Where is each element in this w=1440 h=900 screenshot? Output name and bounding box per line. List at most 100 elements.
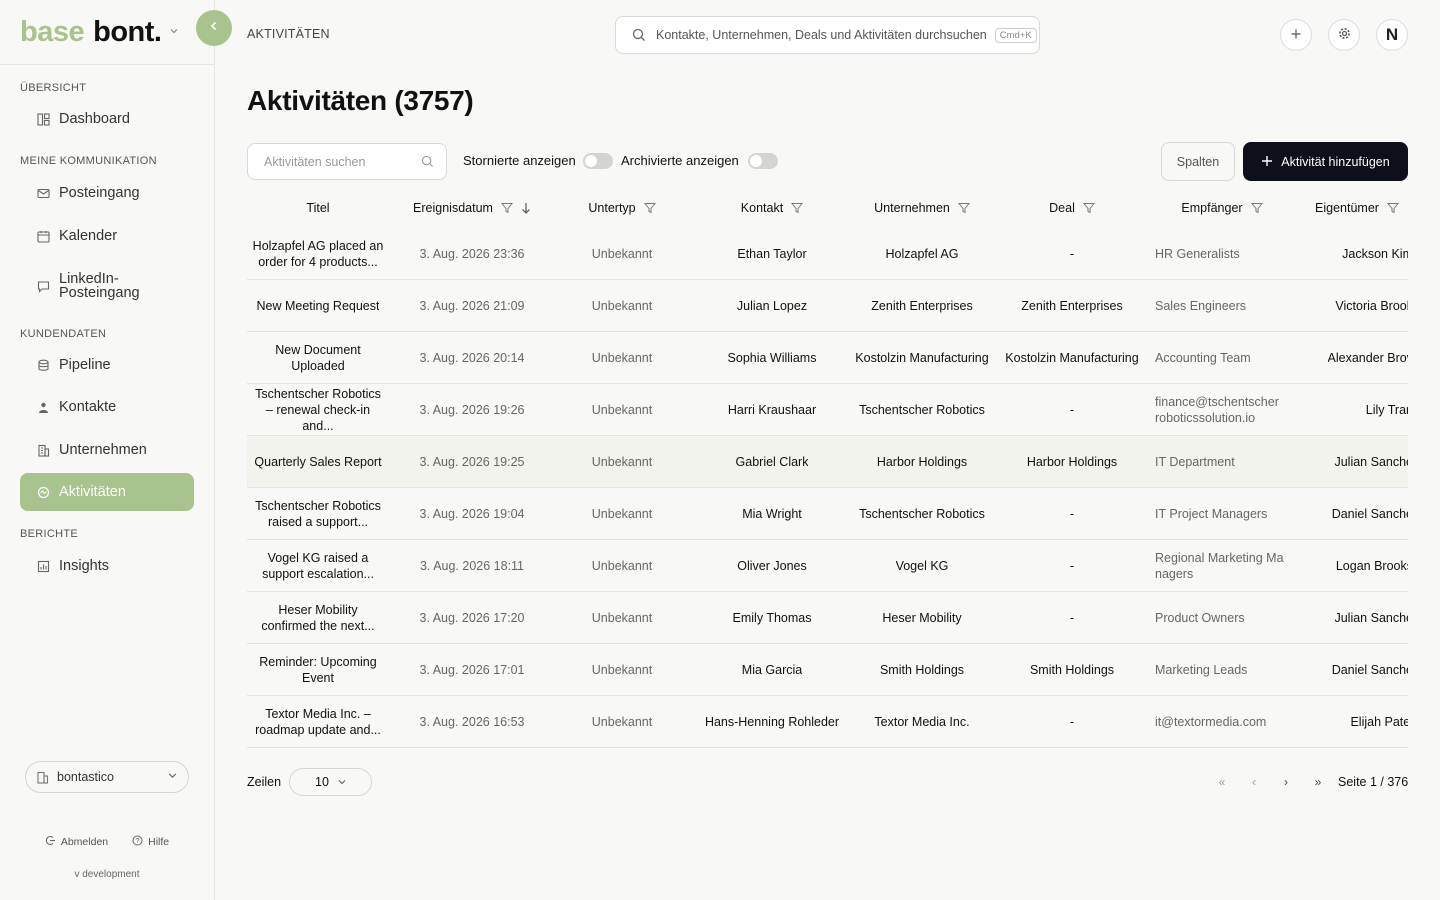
table-row[interactable]: New Meeting Request 3. Aug. 2026 21:09 Unb… xyxy=(247,280,1408,332)
next-page-button[interactable]: › xyxy=(1277,773,1295,791)
search-icon xyxy=(421,155,434,171)
filter-icon[interactable] xyxy=(791,202,804,214)
sidebar-item-label: Unternehmen xyxy=(59,442,147,458)
sidebar-item-linkedin-inbox[interactable]: LinkedIn- Posteingang xyxy=(20,264,194,308)
column-header-contact[interactable]: Kontakt xyxy=(697,188,847,228)
cell-text: IT Project Managers xyxy=(1155,507,1268,521)
chevrons-right-icon: » xyxy=(1314,775,1322,789)
brand-logo[interactable]: base bont. xyxy=(20,12,179,52)
cell-deal: - xyxy=(997,696,1147,748)
toggle-archived-switch[interactable] xyxy=(748,153,778,169)
cell-deal: - xyxy=(997,384,1147,436)
cell-text: Tschentscher Robotics raised a support..… xyxy=(255,499,381,529)
chevron-down-icon[interactable] xyxy=(169,25,179,39)
sidebar-item-pipeline[interactable]: Pipeline xyxy=(20,346,194,384)
svg-text:?: ? xyxy=(136,838,140,845)
cell-subtype: Unbekannt xyxy=(547,488,697,540)
sidebar-item-inbox[interactable]: Posteingang xyxy=(20,174,194,212)
cell-title: Holzapfel AG placed an order for 4 produ… xyxy=(247,228,389,280)
shortcut-badge: Cmd+K xyxy=(994,27,1037,43)
cell-text: Mia Garcia xyxy=(741,663,803,677)
columns-button[interactable]: Spalten xyxy=(1161,142,1235,181)
table-row[interactable]: Tschentscher Robotics – renewal check-in… xyxy=(247,384,1408,436)
rows-per-page-select[interactable]: 10 xyxy=(289,768,372,796)
column-header-event-date[interactable]: Ereignisdatum xyxy=(397,188,547,228)
cell-recipient: Sales Engineers xyxy=(1147,280,1297,332)
table-row[interactable]: Reminder: Upcoming Event 3. Aug. 2026 17:… xyxy=(247,644,1408,696)
cell-deal: - xyxy=(997,488,1147,540)
organization-select[interactable]: bontastico xyxy=(25,761,189,793)
first-page-button[interactable]: « xyxy=(1213,773,1231,791)
section-customer-data: KUNDENDATEN xyxy=(20,328,107,340)
cell-contact: Emily Thomas xyxy=(697,592,847,644)
filter-icon[interactable] xyxy=(1386,202,1399,214)
cell-recipient: Accounting Team xyxy=(1147,332,1297,384)
filter-icon[interactable] xyxy=(643,202,656,214)
cell-owner: Daniel Sanche xyxy=(1297,488,1408,540)
sidebar-divider xyxy=(0,64,214,65)
activity-search-input[interactable]: Aktivitäten suchen xyxy=(247,143,447,180)
table-row[interactable]: Textor Media Inc. – roadmap update and..… xyxy=(247,696,1408,748)
table-row[interactable]: Quarterly Sales Report 3. Aug. 2026 19:25… xyxy=(247,436,1408,488)
sidebar-item-companies[interactable]: Unternehmen xyxy=(20,431,194,469)
sidebar-item-calendar[interactable]: Kalender xyxy=(20,217,194,255)
table-row[interactable]: Holzapfel AG placed an order for 4 produ… xyxy=(247,228,1408,280)
sidebar-item-activities[interactable]: Aktivitäten xyxy=(20,473,194,511)
chat-icon xyxy=(36,279,50,293)
cell-event-date: 3. Aug. 2026 19:04 xyxy=(397,488,547,540)
column-header-title[interactable]: Titel xyxy=(247,188,389,228)
cell-contact: Sophia Williams xyxy=(697,332,847,384)
create-button[interactable] xyxy=(1280,19,1312,51)
help-link[interactable]: ? Hilfe xyxy=(132,835,169,849)
column-header-deal[interactable]: Deal xyxy=(997,188,1147,228)
cell-event-date: 3. Aug. 2026 21:09 xyxy=(397,280,547,332)
cell-company: Holzapfel AG xyxy=(847,228,997,280)
column-header-subtype[interactable]: Untertyp xyxy=(547,188,697,228)
filter-icon[interactable] xyxy=(500,202,513,214)
table-row[interactable]: Tschentscher Robotics raised a support..… xyxy=(247,488,1408,540)
column-header-label: Eigentümer xyxy=(1315,201,1379,215)
sidebar-item-label: Posteingang xyxy=(59,185,140,201)
cell-text: Tschentscher Robotics xyxy=(859,507,985,521)
sidebar: base bont. ÜBERSICHT Dashboard MEINE KOM… xyxy=(0,0,215,900)
cell-deal: - xyxy=(997,228,1147,280)
cell-text: Emily Thomas xyxy=(732,611,812,625)
sort-down-icon[interactable] xyxy=(521,202,531,214)
last-page-button[interactable]: » xyxy=(1309,773,1327,791)
cell-text: Textor Media Inc. – roadmap update and..… xyxy=(255,707,381,737)
sidebar-item-contacts[interactable]: Kontakte xyxy=(20,388,194,426)
cell-text: - xyxy=(1069,507,1075,521)
activity-search-placeholder: Aktivitäten suchen xyxy=(264,154,366,169)
add-activity-button[interactable]: Aktivität hinzufügen xyxy=(1243,142,1408,181)
cell-text: 3. Aug. 2026 19:04 xyxy=(419,507,525,521)
table-row[interactable]: Heser Mobility confirmed the next... 3. A… xyxy=(247,592,1408,644)
collapse-sidebar-button[interactable] xyxy=(196,10,232,46)
cell-text: Logan Brooks xyxy=(1335,559,1408,573)
cell-text: Sales Engineers xyxy=(1155,299,1247,313)
logout-link[interactable]: Abmelden xyxy=(45,835,108,849)
column-header-recipient[interactable]: Empfänger xyxy=(1147,188,1297,228)
cell-title: Tschentscher Robotics – renewal check-in… xyxy=(247,384,389,436)
cell-company: Textor Media Inc. xyxy=(847,696,997,748)
mail-icon xyxy=(36,186,50,200)
filter-icon[interactable] xyxy=(957,202,970,214)
cell-text: Mia Wright xyxy=(742,507,802,521)
table-row[interactable]: Vogel KG raised a support escalation... 3… xyxy=(247,540,1408,592)
column-header-owner[interactable]: Eigentümer xyxy=(1297,188,1408,228)
cell-text: Kostolzin Manufacturing xyxy=(1005,351,1139,365)
toggle-cancelled-switch[interactable] xyxy=(583,153,613,169)
table-row[interactable]: New Document Uploaded 3. Aug. 2026 20:14 U… xyxy=(247,332,1408,384)
settings-button[interactable] xyxy=(1328,19,1360,51)
avatar[interactable]: N xyxy=(1376,19,1408,51)
previous-page-button[interactable]: ‹ xyxy=(1245,773,1263,791)
chevron-down-icon xyxy=(337,777,347,787)
filter-icon[interactable] xyxy=(1250,202,1263,214)
column-header-company[interactable]: Unternehmen xyxy=(847,188,997,228)
sidebar-item-dashboard[interactable]: Dashboard xyxy=(20,100,194,138)
cell-text: - xyxy=(1069,247,1075,261)
global-search-input[interactable]: Kontakte, Unternehmen, Deals und Aktivit… xyxy=(615,16,1040,54)
cell-text: 3. Aug. 2026 19:26 xyxy=(419,403,525,417)
sidebar-item-insights[interactable]: Insights xyxy=(20,547,194,585)
filter-icon[interactable] xyxy=(1082,202,1095,214)
cell-subtype: Unbekannt xyxy=(547,280,697,332)
